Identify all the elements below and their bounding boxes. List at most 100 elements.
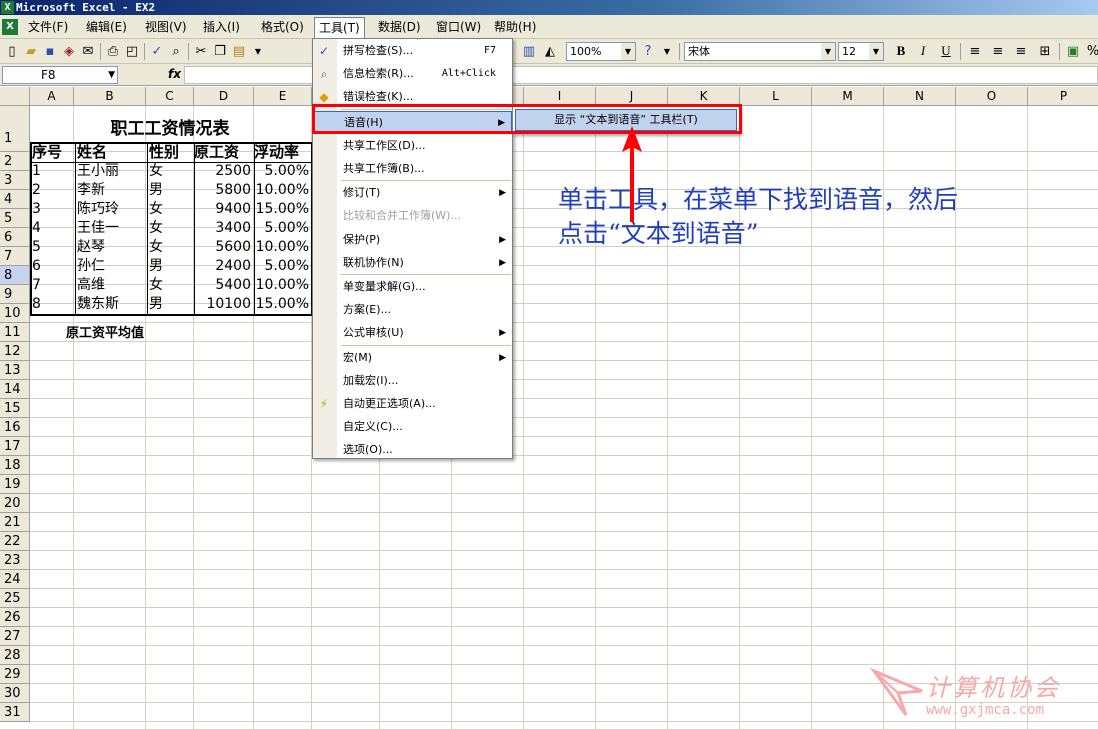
column-header-n[interactable]: N bbox=[884, 87, 956, 106]
help-icon[interactable]: ? bbox=[639, 42, 657, 60]
row-header-14[interactable]: 14 bbox=[0, 380, 30, 399]
paste-dropdown-icon[interactable]: ▼ bbox=[249, 42, 267, 60]
tools-menu-item-17[interactable]: 选项(O)... bbox=[313, 439, 512, 461]
row-header-30[interactable]: 30 bbox=[0, 684, 30, 703]
tools-menu-item-9[interactable]: 联机协作(N) ▶ bbox=[313, 252, 512, 274]
underline-button[interactable]: U bbox=[937, 42, 955, 60]
font-size-combo[interactable]: 12 ▼ bbox=[838, 42, 884, 61]
menu-data[interactable]: 数据(D) bbox=[374, 17, 425, 37]
tools-menu-item-3[interactable]: 语音(H) ▶ bbox=[313, 110, 512, 133]
tools-menu-item-0[interactable]: ✓ 拼写检查(S)... F7 bbox=[313, 40, 512, 62]
fx-icon[interactable]: fx bbox=[168, 67, 181, 81]
column-header-j[interactable]: J bbox=[596, 87, 668, 106]
open-icon[interactable]: ▰ bbox=[22, 42, 40, 60]
row-header-31[interactable]: 31 bbox=[0, 703, 30, 722]
row-header-13[interactable]: 13 bbox=[0, 361, 30, 380]
research-icon[interactable]: ⌕ bbox=[167, 42, 185, 60]
tools-menu-item-7[interactable]: 比较和合并工作簿(W)... bbox=[313, 205, 512, 227]
column-header-l[interactable]: L bbox=[740, 87, 812, 106]
row-header-15[interactable]: 15 bbox=[0, 399, 30, 418]
tools-menu-item-5[interactable]: 共享工作簿(B)... bbox=[313, 158, 512, 180]
column-header-e[interactable]: E bbox=[254, 87, 312, 106]
bold-button[interactable]: B bbox=[892, 42, 910, 60]
tools-menu-item-15[interactable]: ⚡ 自动更正选项(A)... bbox=[313, 393, 512, 415]
menu-file[interactable]: 文件(F) bbox=[24, 17, 72, 37]
row-header-17[interactable]: 17 bbox=[0, 437, 30, 456]
select-all-corner[interactable] bbox=[0, 87, 30, 106]
row-header-16[interactable]: 16 bbox=[0, 418, 30, 437]
tools-menu-item-11[interactable]: 方案(E)... bbox=[313, 299, 512, 321]
tools-menu-item-16[interactable]: 自定义(C)... bbox=[313, 416, 512, 438]
row-header-8[interactable]: 8 bbox=[0, 266, 30, 285]
menu-format[interactable]: 格式(O) bbox=[257, 17, 308, 37]
menu-help[interactable]: 帮助(H) bbox=[490, 17, 540, 37]
currency-icon[interactable]: ▣ bbox=[1064, 42, 1082, 60]
column-header-d[interactable]: D bbox=[194, 87, 254, 106]
column-header-p[interactable]: P bbox=[1028, 87, 1098, 106]
menu-view[interactable]: 视图(V) bbox=[141, 17, 191, 37]
align-right-icon[interactable]: ≡ bbox=[1012, 42, 1030, 60]
chevron-down-icon[interactable]: ▼ bbox=[821, 43, 835, 60]
row-header-27[interactable]: 27 bbox=[0, 627, 30, 646]
workbook-icon[interactable]: X bbox=[2, 19, 18, 35]
column-header-m[interactable]: M bbox=[812, 87, 884, 106]
print-icon[interactable]: ⎙ bbox=[104, 42, 122, 60]
cut-icon[interactable]: ✂ bbox=[192, 42, 210, 60]
chevron-down-icon[interactable]: ▼ bbox=[108, 67, 115, 83]
menu-tools[interactable]: 工具(T) bbox=[314, 17, 365, 39]
row-header-29[interactable]: 29 bbox=[0, 665, 30, 684]
column-header-k[interactable]: K bbox=[668, 87, 740, 106]
copy-icon[interactable]: ❐ bbox=[211, 42, 229, 60]
name-box[interactable]: F8 ▼ bbox=[2, 66, 118, 84]
menu-edit[interactable]: 编辑(E) bbox=[82, 17, 131, 37]
align-left-icon[interactable]: ≡ bbox=[966, 42, 984, 60]
row-header-9[interactable]: 9 bbox=[0, 285, 30, 304]
row-header-3[interactable]: 3 bbox=[0, 171, 30, 190]
row-header-7[interactable]: 7 bbox=[0, 247, 30, 266]
save-icon[interactable]: ▪ bbox=[41, 42, 59, 60]
row-header-12[interactable]: 12 bbox=[0, 342, 30, 361]
column-header-a[interactable]: A bbox=[30, 87, 74, 106]
tools-menu-item-12[interactable]: 公式审核(U) ▶ bbox=[313, 322, 512, 344]
row-header-4[interactable]: 4 bbox=[0, 190, 30, 209]
row-header-10[interactable]: 10 bbox=[0, 304, 30, 323]
paste-icon[interactable]: ▤ bbox=[230, 42, 248, 60]
row-header-1[interactable]: 1 bbox=[0, 106, 30, 152]
tools-menu-item-13[interactable]: 宏(M) ▶ bbox=[313, 347, 512, 369]
chart-wizard-icon[interactable]: ▥ bbox=[520, 42, 538, 60]
row-header-25[interactable]: 25 bbox=[0, 589, 30, 608]
row-header-24[interactable]: 24 bbox=[0, 570, 30, 589]
italic-button[interactable]: I bbox=[914, 42, 932, 60]
row-header-5[interactable]: 5 bbox=[0, 209, 30, 228]
column-header-c[interactable]: C bbox=[146, 87, 194, 106]
tools-menu-item-14[interactable]: 加载宏(I)... bbox=[313, 370, 512, 392]
spelling-icon[interactable]: ✓ bbox=[148, 42, 166, 60]
font-combo[interactable]: 宋体 ▼ bbox=[684, 42, 836, 61]
menu-window[interactable]: 窗口(W) bbox=[432, 17, 485, 37]
row-header-2[interactable]: 2 bbox=[0, 152, 30, 171]
tools-menu-item-1[interactable]: ⌕ 信息检索(R)... Alt+Click bbox=[313, 63, 512, 85]
drawing-icon[interactable]: ◭ bbox=[541, 42, 559, 60]
row-header-22[interactable]: 22 bbox=[0, 532, 30, 551]
chevron-down-icon[interactable]: ▼ bbox=[869, 43, 883, 60]
zoom-combo[interactable]: 100% ▼ bbox=[566, 42, 636, 61]
column-header-i[interactable]: I bbox=[524, 87, 596, 106]
row-header-6[interactable]: 6 bbox=[0, 228, 30, 247]
chevron-down-icon[interactable]: ▼ bbox=[621, 43, 635, 60]
print-preview-icon[interactable]: ◰ bbox=[123, 42, 141, 60]
column-header-o[interactable]: O bbox=[956, 87, 1028, 106]
tools-menu-item-8[interactable]: 保护(P) ▶ bbox=[313, 229, 512, 251]
row-header-18[interactable]: 18 bbox=[0, 456, 30, 475]
menu-insert[interactable]: 插入(I) bbox=[199, 17, 244, 37]
row-header-19[interactable]: 19 bbox=[0, 475, 30, 494]
row-header-21[interactable]: 21 bbox=[0, 513, 30, 532]
tools-menu-item-2[interactable]: ◆ 错误检查(K)... bbox=[313, 86, 512, 108]
column-header-b[interactable]: B bbox=[74, 87, 146, 106]
new-icon[interactable]: ▯ bbox=[3, 42, 21, 60]
align-center-icon[interactable]: ≡ bbox=[989, 42, 1007, 60]
tools-menu-item-4[interactable]: 共享工作区(D)... bbox=[313, 135, 512, 157]
row-header-11[interactable]: 11 bbox=[0, 323, 30, 342]
row-header-26[interactable]: 26 bbox=[0, 608, 30, 627]
email-icon[interactable]: ✉ bbox=[79, 42, 97, 60]
row-header-23[interactable]: 23 bbox=[0, 551, 30, 570]
